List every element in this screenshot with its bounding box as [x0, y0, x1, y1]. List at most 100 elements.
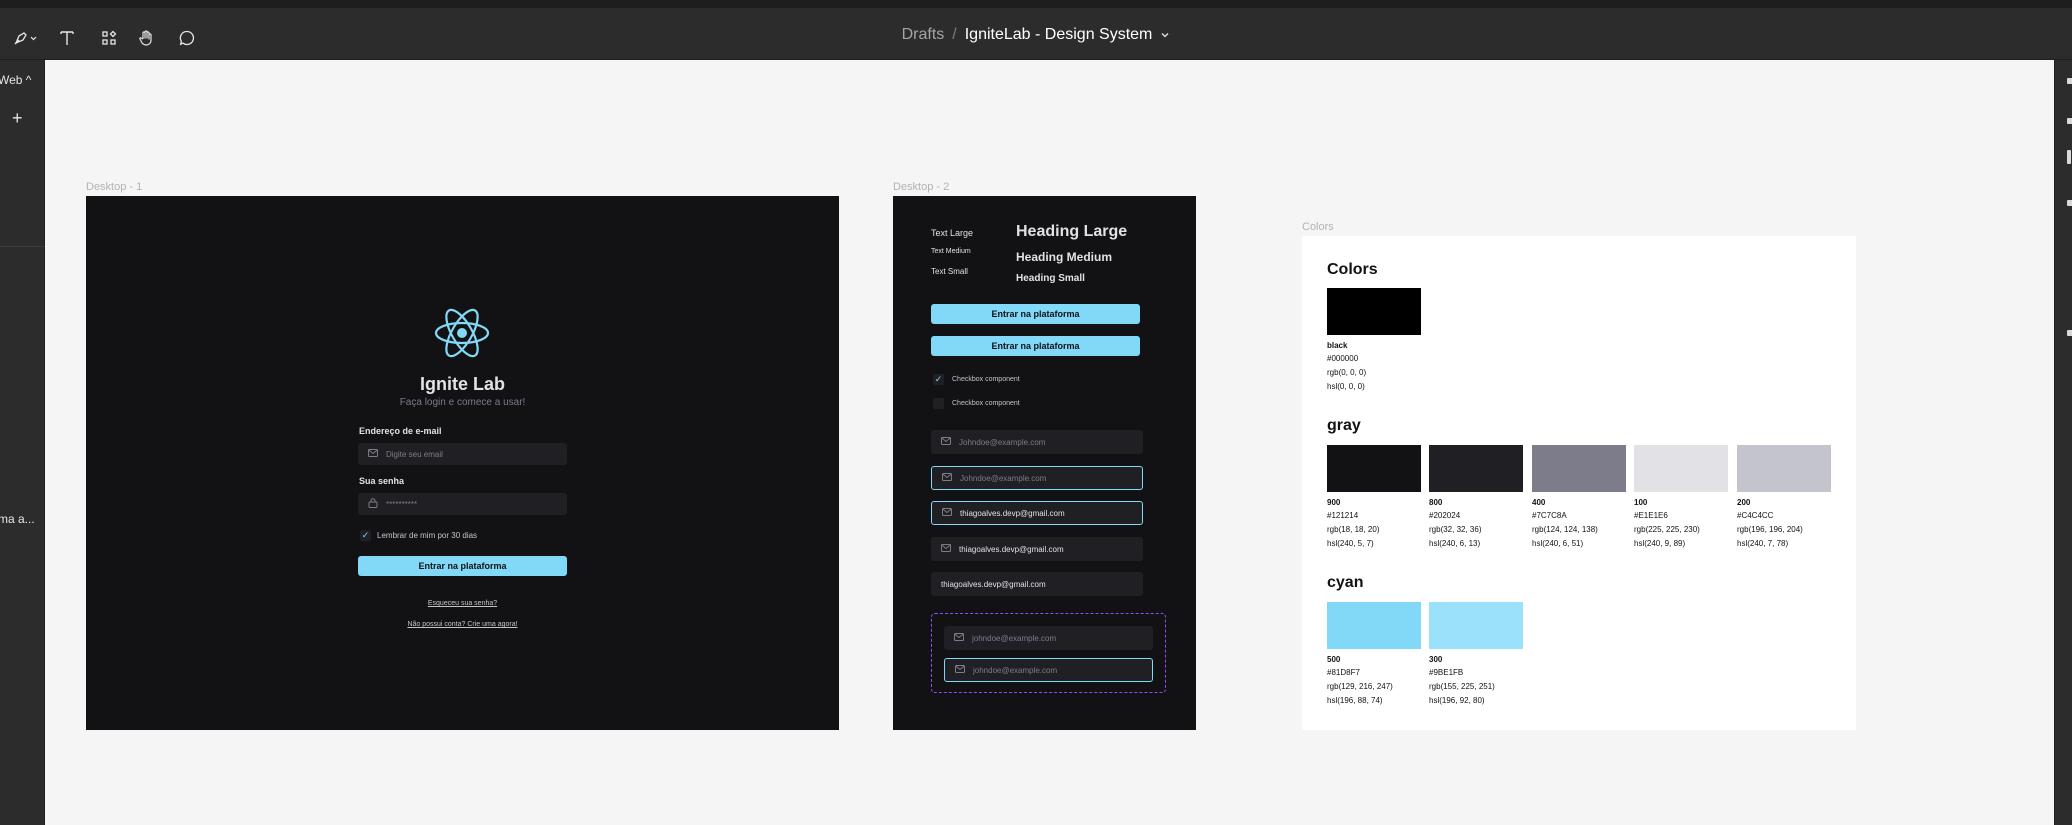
- figma-editor: Drafts / IgniteLab - Design System Web ^…: [0, 0, 2072, 825]
- color-swatch-gray-900[interactable]: 900 #121214 rgb(18, 18, 20) hsl(240, 5, …: [1327, 445, 1422, 551]
- forgot-password-link-text[interactable]: Esqueceu sua senha?: [428, 600, 497, 607]
- swatch-name: 100: [1634, 498, 1648, 507]
- frame-label-colors[interactable]: Colors: [1302, 221, 1334, 233]
- variant-input-focus[interactable]: johndoe@example.com: [944, 658, 1153, 682]
- remember-me-label: Lembrar de mim por 30 dias: [377, 531, 478, 540]
- swatch-chip: [1429, 445, 1523, 492]
- breadcrumb-drafts[interactable]: Drafts: [902, 26, 945, 44]
- layer-item[interactable]: ma a...: [0, 512, 35, 526]
- lock-icon: [368, 498, 378, 510]
- swatch-hex: #202024: [1429, 511, 1461, 520]
- color-swatch-cyan-300[interactable]: 300 #9BE1FB rgb(155, 225, 251) hsl(196, …: [1429, 602, 1524, 708]
- panel-control-icon[interactable]: [2067, 200, 2072, 206]
- page-selector[interactable]: Web ^: [0, 73, 31, 87]
- text-medium-sample: Text Medium: [931, 248, 971, 255]
- envelope-icon: [954, 633, 964, 643]
- cyan-heading: cyan: [1327, 574, 1364, 591]
- gray-heading: gray: [1327, 417, 1361, 434]
- top-toolbar: Drafts / IgniteLab - Design System: [0, 0, 2072, 60]
- swatch-name: 300: [1429, 655, 1443, 664]
- envelope-icon: [942, 473, 952, 483]
- frame-label-desktop-2[interactable]: Desktop - 2: [893, 181, 949, 193]
- breadcrumb-separator: /: [952, 26, 957, 43]
- swatch-rgb: rgb(124, 124, 138): [1532, 525, 1598, 534]
- swatch-rgb: rgb(225, 225, 230): [1634, 525, 1700, 534]
- swatch-chip: [1737, 445, 1831, 492]
- swatch-hex: #000000: [1327, 354, 1359, 363]
- react-logo-icon: [432, 306, 492, 365]
- input-value: thiagoalves.devp@gmail.com: [941, 579, 1046, 589]
- swatch-hex: #121214: [1327, 511, 1359, 520]
- desktop-1-frame[interactable]: Ignite Lab Faça login e comece a usar! E…: [86, 196, 839, 730]
- swatch-chip: [1327, 288, 1421, 335]
- desktop-2-frame[interactable]: Text Large Text Medium Text Small Headin…: [893, 196, 1196, 730]
- text-input-filled[interactable]: thiagoalves.devp@gmail.com: [931, 537, 1143, 561]
- swatch-hex: #81D8F7: [1327, 668, 1360, 677]
- text-input-filled-focus[interactable]: thiagoalves.devp@gmail.com: [931, 501, 1143, 525]
- swatch-name: 800: [1429, 498, 1443, 507]
- empty-checkbox-icon[interactable]: [933, 398, 944, 409]
- add-page-icon[interactable]: +: [12, 108, 23, 129]
- swatch-hex: #C4C4CC: [1737, 511, 1774, 520]
- color-swatch-gray-100[interactable]: 100 #E1E1E6 rgb(225, 225, 230) hsl(240, …: [1634, 445, 1729, 551]
- swatch-hex: #9BE1FB: [1429, 668, 1464, 677]
- swatch-rgb: rgb(155, 225, 251): [1429, 682, 1495, 691]
- panel-control-icon[interactable]: [2067, 118, 2072, 124]
- variant-input-default[interactable]: johndoe@example.com: [944, 626, 1153, 650]
- input-placeholder: johndoe@example.com: [972, 633, 1057, 643]
- panel-control-icon[interactable]: [2067, 78, 2072, 84]
- color-swatch-gray-800[interactable]: 800 #202024 rgb(32, 32, 36) hsl(240, 6, …: [1429, 445, 1524, 551]
- text-small-sample: Text Small: [931, 267, 968, 276]
- text-input-default[interactable]: Johndoe@example.com: [931, 430, 1143, 454]
- password-value: **********: [386, 499, 418, 509]
- file-title[interactable]: IgniteLab - Design System: [965, 26, 1153, 44]
- swatch-name: 500: [1327, 655, 1341, 664]
- chevron-down-icon[interactable]: [1160, 26, 1170, 44]
- heading-large-sample: Heading Large: [1016, 223, 1128, 240]
- signup-link: Não possui conta? Crie uma agora!: [86, 621, 839, 628]
- swatch-name: 900: [1327, 498, 1341, 507]
- app-title: Ignite Lab: [420, 374, 505, 394]
- signup-link-text[interactable]: Não possui conta? Crie uma agora!: [407, 621, 517, 628]
- checkmark-icon[interactable]: ✓: [360, 530, 371, 541]
- swatch-hsl: hsl(196, 92, 80): [1429, 696, 1485, 705]
- text-input-focus[interactable]: Johndoe@example.com: [931, 466, 1143, 490]
- button-component[interactable]: Entrar na plataforma: [931, 304, 1140, 324]
- checkbox-label: Checkbox component: [952, 400, 1020, 407]
- swatch-chip: [1327, 602, 1421, 649]
- email-placeholder: Digite seu email: [386, 449, 443, 459]
- swatch-rgb: rgb(32, 32, 36): [1429, 525, 1482, 534]
- email-field[interactable]: Digite seu email: [358, 443, 567, 465]
- password-field[interactable]: **********: [358, 493, 567, 515]
- layers-panel: Web ^ + ma a...: [0, 60, 45, 825]
- text-input-no-icon[interactable]: thiagoalves.devp@gmail.com: [931, 572, 1143, 596]
- checkmark-icon[interactable]: ✓: [933, 374, 944, 385]
- button-component-hover[interactable]: Entrar na plataforma: [931, 336, 1140, 356]
- properties-panel: [2054, 60, 2072, 825]
- panel-divider: [0, 246, 45, 247]
- input-value: thiagoalves.devp@gmail.com: [959, 544, 1064, 554]
- swatch-chip: [1634, 445, 1728, 492]
- component-variants-set[interactable]: johndoe@example.com johndoe@example.com: [931, 613, 1166, 693]
- color-swatch-cyan-500[interactable]: 500 #81D8F7 rgb(129, 216, 247) hsl(196, …: [1327, 602, 1422, 708]
- checkbox-checked[interactable]: ✓ Checkbox component: [933, 374, 1020, 385]
- color-swatch-black[interactable]: black #000000 rgb(0, 0, 0) hsl(0, 0, 0): [1327, 288, 1422, 394]
- panel-control-icon[interactable]: [2067, 150, 2071, 164]
- swatch-name: 200: [1737, 498, 1751, 507]
- remember-me-checkbox[interactable]: ✓ Lembrar de mim por 30 dias: [360, 530, 477, 541]
- swatch-name: 400: [1532, 498, 1546, 507]
- panel-control-icon[interactable]: [2067, 330, 2072, 336]
- checkbox-label: Checkbox component: [952, 376, 1020, 383]
- color-swatch-gray-200[interactable]: 200 #C4C4CC rgb(196, 196, 204) hsl(240, …: [1737, 445, 1832, 551]
- frame-label-desktop-1[interactable]: Desktop - 1: [86, 181, 142, 193]
- swatch-chip: [1327, 445, 1421, 492]
- colors-frame[interactable]: Colors black #000000 rgb(0, 0, 0) hsl(0,…: [1302, 236, 1856, 730]
- colors-heading: Colors: [1327, 261, 1378, 278]
- swatch-rgb: rgb(0, 0, 0): [1327, 368, 1367, 377]
- color-swatch-gray-400[interactable]: 400 #7C7C8A rgb(124, 124, 138) hsl(240, …: [1532, 445, 1627, 551]
- checkbox-unchecked[interactable]: Checkbox component: [933, 398, 1020, 409]
- swatch-rgb: rgb(18, 18, 20): [1327, 525, 1380, 534]
- swatch-hex: #E1E1E6: [1634, 511, 1668, 520]
- envelope-icon: [941, 437, 951, 447]
- login-submit-button[interactable]: Entrar na plataforma: [358, 556, 567, 576]
